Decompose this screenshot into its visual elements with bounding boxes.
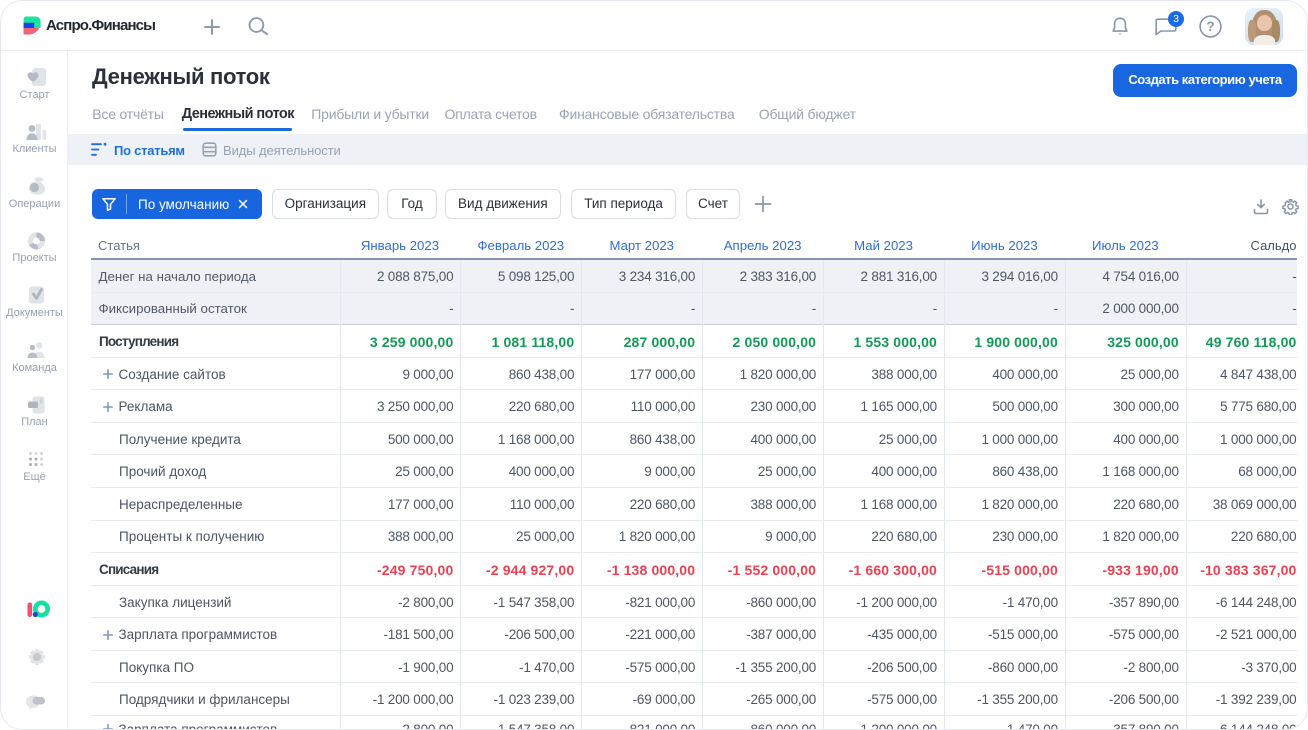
svg-text:?: ? bbox=[1206, 19, 1214, 34]
